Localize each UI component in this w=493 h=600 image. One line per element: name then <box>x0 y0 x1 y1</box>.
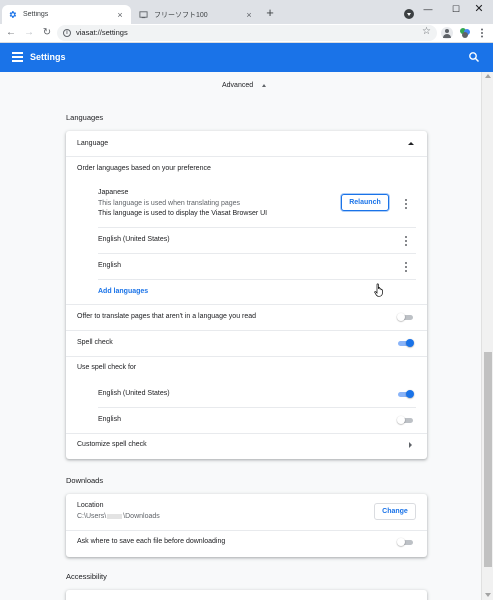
spell-lang-english-us-toggle[interactable] <box>397 390 414 398</box>
change-location-button[interactable]: Change <box>374 503 416 520</box>
spell-lang-name: English (United States) <box>98 390 170 397</box>
settings-content: Advanced Languages Language Order langua… <box>0 72 481 600</box>
languages-section-title: Languages <box>66 113 104 122</box>
language-item-english-us: English (United States) <box>66 236 427 248</box>
address-bar[interactable]: i viasat://settings ☆ <box>57 25 437 41</box>
language-item-english: English <box>66 262 427 274</box>
language-note: This language is used to display the Via… <box>98 210 268 217</box>
tab-freesoft[interactable]: フリーソフト100 × <box>133 5 260 24</box>
relaunch-button[interactable]: Relaunch <box>341 194 389 211</box>
more-actions-icon[interactable] <box>404 236 408 246</box>
accessibility-section-title: Accessibility <box>66 572 107 581</box>
chevron-up-icon[interactable] <box>408 142 414 145</box>
minimize-button[interactable]: — <box>415 2 441 18</box>
accessibility-card <box>66 590 427 600</box>
location-path: C:\Users\ \Downloads <box>77 513 160 520</box>
browser-toolbar: ← → ↻ i viasat://settings ☆ <box>0 24 493 43</box>
language-note: This language is used when translating p… <box>98 200 241 207</box>
info-icon[interactable]: i <box>63 29 71 37</box>
spell-check-label: Spell check <box>77 339 113 346</box>
location-row: Location C:\Users\ \Downloads Change <box>66 502 427 524</box>
caret-up-icon <box>262 83 267 87</box>
use-spell-check-for-label: Use spell check for <box>77 364 137 371</box>
url-text[interactable]: viasat://settings <box>76 28 128 37</box>
language-name: English (United States) <box>98 236 170 243</box>
tab-settings[interactable]: Settings × <box>2 5 131 24</box>
forward-arrow-icon[interactable]: → <box>22 26 36 40</box>
location-label: Location <box>77 502 104 509</box>
downloads-section-title: Downloads <box>66 476 104 485</box>
extension-icon[interactable] <box>459 27 471 39</box>
spell-lang-name: English <box>98 416 121 423</box>
browser-menu-icon[interactable] <box>476 27 488 39</box>
search-icon[interactable] <box>468 51 480 63</box>
ask-where-toggle[interactable] <box>397 538 414 546</box>
spell-check-row: Spell check <box>66 339 427 351</box>
scroll-thumb[interactable] <box>484 352 492 567</box>
hamburger-menu-icon[interactable] <box>12 52 23 62</box>
scroll-up-arrow-icon[interactable] <box>485 74 491 78</box>
ask-where-label: Ask where to save each file before downl… <box>77 538 226 545</box>
spell-lang-english-toggle[interactable] <box>397 416 414 424</box>
spell-lang-english-us: English (United States) <box>66 390 427 402</box>
tab-title: フリーソフト100 <box>154 11 208 19</box>
close-tab-icon[interactable]: × <box>115 10 125 20</box>
bookmark-star-icon[interactable]: ☆ <box>422 26 431 37</box>
advanced-toggle[interactable]: Advanced <box>222 82 267 89</box>
redacted-username <box>107 513 123 519</box>
page-icon <box>139 10 148 19</box>
page-scrollbar[interactable] <box>481 72 493 600</box>
language-name: English <box>98 262 121 269</box>
location-path-suffix: \Downloads <box>123 513 160 520</box>
language-name: Japanese <box>98 189 129 196</box>
more-actions-icon[interactable] <box>404 199 408 209</box>
back-arrow-icon[interactable]: ← <box>4 26 18 40</box>
downloads-card: Location C:\Users\ \Downloads Change Ask … <box>66 494 427 557</box>
offer-translate-row: Offer to translate pages that aren't in … <box>66 313 427 325</box>
tab-search-icon[interactable] <box>404 9 414 19</box>
hand-cursor-icon <box>374 283 385 297</box>
spell-lang-english: English <box>66 416 427 428</box>
chevron-right-icon <box>409 442 412 448</box>
close-window-button[interactable]: ✕ <box>466 2 492 18</box>
order-languages-label: Order languages based on your preference <box>77 165 211 172</box>
add-languages-link[interactable]: Add languages <box>98 288 148 295</box>
tab-strip: Settings × フリーソフト100 × + — ☐ ✕ <box>0 0 493 24</box>
customize-spell-check-row[interactable]: Customize spell check <box>66 441 427 453</box>
location-path-prefix: C:\Users\ <box>77 513 107 520</box>
language-item-japanese: Japanese This language is used when tran… <box>66 189 427 229</box>
offer-translate-label: Offer to translate pages that aren't in … <box>77 313 257 320</box>
reload-icon[interactable]: ↻ <box>40 26 54 40</box>
spell-check-toggle[interactable] <box>397 339 414 347</box>
languages-card: Language Order languages based on your p… <box>66 131 427 459</box>
new-tab-button[interactable]: + <box>263 6 277 20</box>
scroll-down-arrow-icon[interactable] <box>485 593 491 597</box>
settings-header: Settings <box>0 43 493 72</box>
offer-translate-toggle[interactable] <box>397 313 414 321</box>
gear-icon <box>8 10 17 19</box>
profile-avatar-icon[interactable] <box>441 27 453 39</box>
more-actions-icon[interactable] <box>404 262 408 272</box>
page-title: Settings <box>30 52 66 62</box>
tab-title: Settings <box>23 11 49 18</box>
advanced-label: Advanced <box>222 82 254 89</box>
language-header-row[interactable]: Language <box>66 140 427 152</box>
customize-spell-check-label: Customize spell check <box>77 441 147 448</box>
close-tab-icon[interactable]: × <box>244 10 254 20</box>
language-header-label: Language <box>77 140 109 147</box>
ask-where-row: Ask where to save each file before downl… <box>66 538 427 550</box>
